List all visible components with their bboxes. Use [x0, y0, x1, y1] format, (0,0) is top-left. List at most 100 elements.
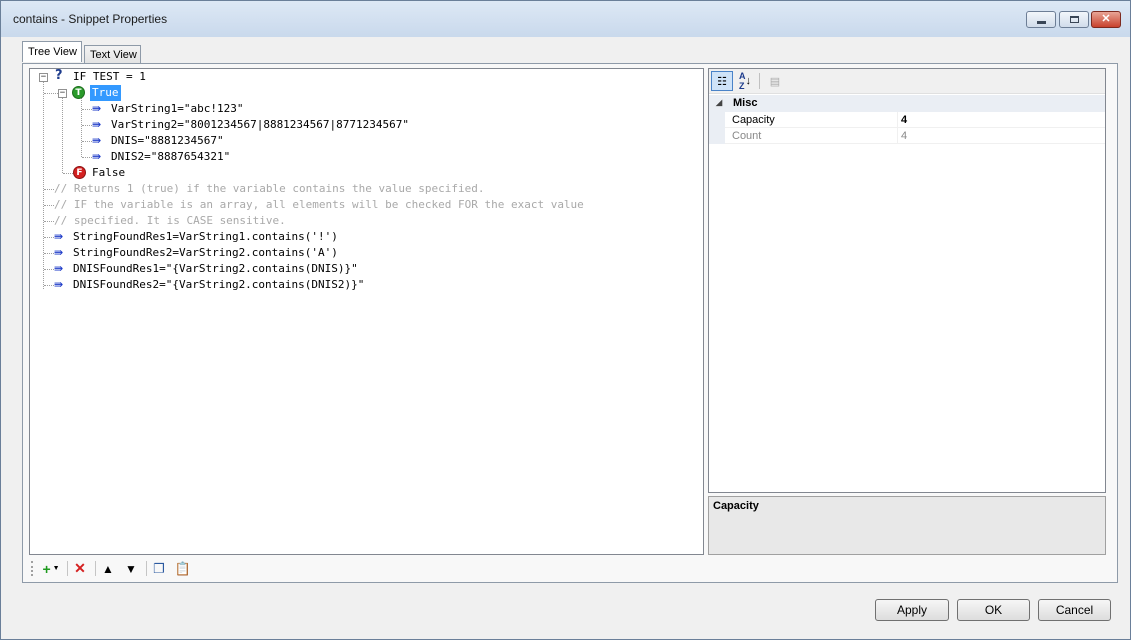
property-row-count[interactable]: Count 4 [709, 128, 1105, 144]
tree-node-label: DNIS2="8887654321" [111, 150, 231, 163]
maximize-button[interactable] [1059, 11, 1089, 28]
tree-line [44, 189, 54, 190]
tree-line [44, 253, 54, 254]
row-gutter [709, 128, 725, 144]
property-row-capacity[interactable]: Capacity 4 [709, 112, 1105, 128]
tree-line [44, 285, 54, 286]
comment-text: // IF the variable is an array, all elem… [54, 198, 584, 211]
minimize-button[interactable] [1026, 11, 1056, 28]
paste-button[interactable]: 📋 [174, 560, 192, 577]
column-divider[interactable] [897, 112, 898, 128]
cancel-button[interactable]: Cancel [1038, 599, 1111, 621]
snippet-properties-window: contains - Snippet Properties ✕ Tree Vie… [0, 0, 1131, 640]
assignment-arrow-icon: ⇛ [54, 262, 64, 275]
dropdown-arrow-icon: ▼ [52, 565, 60, 572]
alphabetical-view-button[interactable]: A Z ↓ [734, 71, 756, 91]
comment-text: // specified. It is CASE sensitive. [54, 214, 286, 227]
tree-node-comment[interactable]: // Returns 1 (true) if the variable cont… [30, 181, 700, 197]
property-value[interactable]: 4 [901, 114, 907, 126]
tree-node-label: DNIS="8881234567" [111, 134, 224, 147]
tree-node-label: True [90, 85, 121, 101]
tree-node-comment[interactable]: // IF the variable is an array, all elem… [30, 197, 700, 213]
ok-button[interactable]: OK [957, 599, 1030, 621]
tree-node-assignment[interactable]: ⇛ DNIS2="8887654321" [30, 149, 700, 165]
property-description-pane: Capacity [708, 496, 1106, 555]
collapse-triangle-icon[interactable]: ◢ [716, 98, 722, 107]
toolbar-grip[interactable] [31, 561, 33, 576]
false-branch-icon: F [73, 166, 86, 179]
move-down-icon: ▼ [125, 561, 137, 576]
tree-node-assignment[interactable]: ⇛ VarString2="8001234567|8881234567|8771… [30, 117, 700, 133]
tree-node-label: StringFoundRes2=VarString2.contains('A') [73, 246, 338, 259]
window-title: contains - Snippet Properties [13, 12, 168, 26]
copy-button[interactable]: ❐ [150, 560, 168, 577]
tree-line [44, 205, 54, 206]
tree-node-statement[interactable]: ⇛ StringFoundRes2=VarString2.contains('A… [30, 245, 700, 261]
property-name: Capacity [732, 114, 775, 126]
close-icon: ✕ [1101, 13, 1111, 25]
dialog-client-area: Tree View Text View − ? IF TEST = 1 − T … [9, 37, 1123, 633]
property-category-misc[interactable]: ◢ Misc [709, 95, 1105, 112]
tree-node-false[interactable]: F False [30, 165, 700, 181]
tree-node-true[interactable]: − T True [30, 85, 700, 101]
apply-button[interactable]: Apply [875, 599, 949, 621]
sort-arrow-icon: ↓ [745, 75, 752, 87]
tree-node-statement[interactable]: ⇛ DNISFoundRes1="{VarString2.contains(DN… [30, 261, 700, 277]
tab-text-view[interactable]: Text View [84, 45, 141, 63]
assignment-arrow-icon: ⇛ [92, 134, 102, 147]
tree-line [82, 141, 92, 142]
toolbar-separator [67, 561, 68, 576]
assignment-arrow-icon: ⇛ [54, 230, 64, 243]
delete-node-button[interactable]: ✕ [71, 560, 89, 577]
property-pages-icon: ▤ [769, 75, 781, 88]
tree-node-label: VarString1="abc!123" [111, 102, 244, 115]
tree-node-statement[interactable]: ⇛ DNISFoundRes2="{VarString2.contains(DN… [30, 277, 700, 293]
toolbar-separator [146, 561, 147, 576]
close-button[interactable]: ✕ [1091, 11, 1121, 28]
tree-toolbar: + ▼ ✕ ▲ ▼ ❐ 📋 [29, 558, 1106, 580]
maximize-icon [1069, 16, 1079, 23]
minimize-icon [1036, 20, 1046, 24]
tree-node-statement[interactable]: ⇛ StringFoundRes1=VarString1.contains('!… [30, 229, 700, 245]
collapse-icon[interactable]: − [39, 73, 48, 82]
title-bar[interactable]: contains - Snippet Properties ✕ [1, 1, 1130, 37]
assignment-arrow-icon: ⇛ [92, 118, 102, 131]
tree-line [44, 237, 54, 238]
tree-line [44, 269, 54, 270]
property-name: Count [732, 130, 762, 142]
property-grid-toolbar: ☷ A Z ↓ ▤ [709, 69, 1105, 94]
property-pages-button[interactable]: ▤ [764, 71, 786, 91]
assignment-arrow-icon: ⇛ [54, 246, 64, 259]
tree-line [82, 109, 92, 110]
add-icon: + [42, 560, 51, 577]
tree-line [82, 125, 92, 126]
collapse-icon[interactable]: − [58, 89, 67, 98]
tree-node-root[interactable]: − ? IF TEST = 1 [30, 68, 700, 85]
snippet-tree[interactable]: − ? IF TEST = 1 − T True ⇛ VarString1="a… [29, 68, 704, 555]
property-grid: ☷ A Z ↓ ▤ ◢ Misc Capacity 4 Count 4 [708, 68, 1106, 493]
move-down-button[interactable]: ▼ [122, 560, 140, 577]
tree-node-assignment[interactable]: ⇛ DNIS="8881234567" [30, 133, 700, 149]
tree-node-label: IF TEST = 1 [73, 70, 146, 83]
description-title: Capacity [713, 500, 759, 512]
tree-node-assignment[interactable]: ⇛ VarString1="abc!123" [30, 101, 700, 117]
add-node-button[interactable]: + ▼ [39, 560, 63, 577]
categorized-view-button[interactable]: ☷ [711, 71, 733, 91]
tree-node-label: DNISFoundRes2="{VarString2.contains(DNIS… [73, 278, 365, 291]
assignment-arrow-icon: ⇛ [54, 278, 64, 291]
tree-line [44, 93, 58, 94]
move-up-icon: ▲ [102, 561, 114, 576]
move-up-button[interactable]: ▲ [99, 560, 117, 577]
toolbar-separator [95, 561, 96, 576]
categorized-icon: ☷ [717, 75, 727, 88]
column-divider[interactable] [897, 128, 898, 144]
tree-node-label: VarString2="8001234567|8881234567|877123… [111, 118, 410, 131]
delete-icon: ✕ [74, 560, 86, 576]
copy-icon: ❐ [153, 560, 165, 576]
tab-tree-view[interactable]: Tree View [22, 41, 82, 62]
paste-icon: 📋 [174, 560, 192, 576]
property-value: 4 [901, 130, 908, 142]
assignment-arrow-icon: ⇛ [92, 102, 102, 115]
tree-node-comment[interactable]: // specified. It is CASE sensitive. [30, 213, 700, 229]
category-label: Misc [733, 97, 758, 109]
